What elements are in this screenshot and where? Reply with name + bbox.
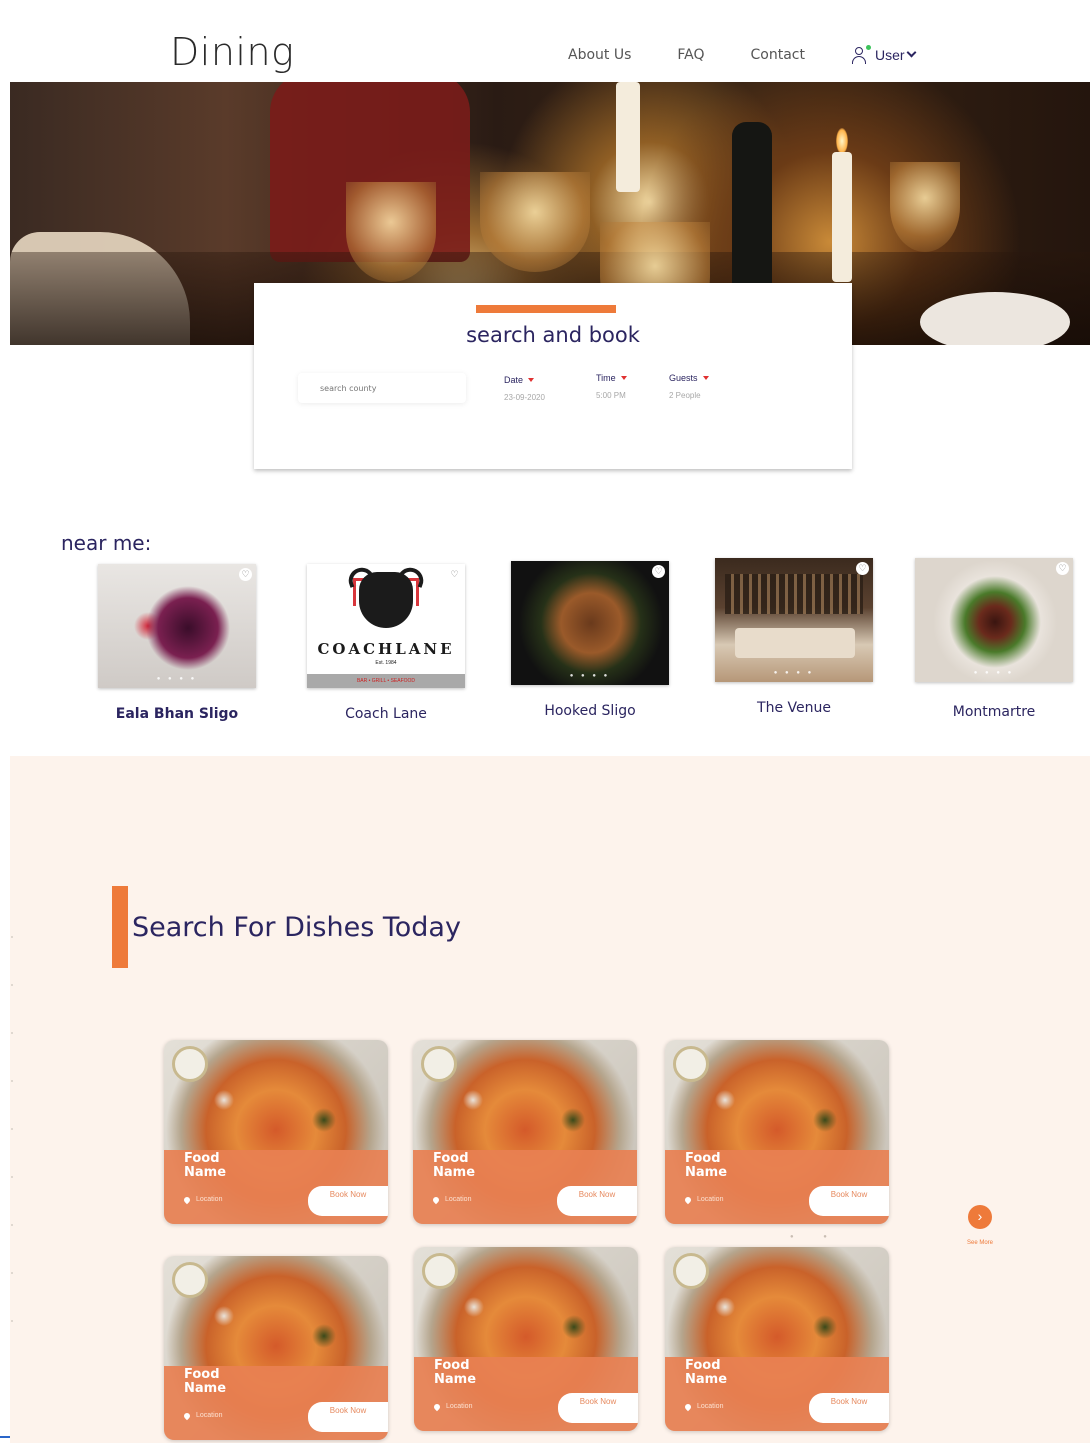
caret-down-icon [620, 376, 627, 380]
book-now-button[interactable]: Book Now [308, 1402, 388, 1432]
chevron-down-icon [906, 47, 916, 57]
nav-contact[interactable]: Contact [751, 47, 805, 63]
site-header: Dining About Us FAQ Contact User [0, 0, 1090, 82]
restaurant-card[interactable]: ♡ ● ● ● ● Hooked Sligo [511, 561, 669, 719]
coachlane-logo-band: BAR • GRILL • SEAFOOD [307, 674, 465, 688]
user-menu-label: User [874, 47, 905, 63]
dish-card[interactable]: Food Name Location Book Now [164, 1040, 388, 1224]
dish-location: Location [697, 1403, 724, 1410]
guests-picker[interactable]: Guests 2 People [669, 373, 709, 400]
dish-location: Location [196, 1412, 223, 1419]
search-and-book-card: search and book Date 23-09-2020 Time 5:0… [254, 283, 852, 469]
title-accent-bar [112, 886, 128, 968]
pagination-dots[interactable]: ● ● [790, 1234, 841, 1240]
restaurant-card[interactable]: ♡ ● ● ● ● Eala Bhan Sligo [98, 564, 256, 722]
title-accent-bar [476, 305, 616, 313]
favorite-heart-icon[interactable]: ♡ [652, 565, 665, 578]
restaurant-card[interactable]: ♡ ● ● ● ● The Venue [715, 558, 873, 716]
user-menu[interactable]: User [851, 45, 916, 64]
dish-name: Food Name [685, 1151, 728, 1180]
restaurant-image: ♡ ● ● ● ● [98, 564, 256, 688]
restaurant-image: COACHLANE Est. 1984 BAR • GRILL • SEAFOO… [307, 564, 465, 688]
dish-card[interactable]: Food Name Location Book Now [665, 1040, 889, 1224]
date-value: 23-09-2020 [504, 393, 545, 402]
book-now-button[interactable]: Book Now [809, 1393, 889, 1423]
carousel-dots: ● ● ● ● [973, 670, 1015, 676]
carousel-dots: ● ● ● ● [156, 676, 198, 682]
favorite-heart-icon[interactable]: ♡ [448, 568, 461, 581]
dish-name: Food Name [685, 1358, 728, 1387]
dish-location: Location [445, 1196, 472, 1203]
restaurant-name[interactable]: Eala Bhan Sligo [98, 706, 256, 722]
chevron-right-icon[interactable]: › [968, 1205, 992, 1229]
guests-value: 2 People [669, 391, 701, 400]
decorative-dots [11, 936, 15, 1368]
dishes-heading: Search For Dishes Today [132, 912, 461, 943]
date-label: Date [504, 375, 524, 385]
location-pin-icon [182, 1411, 192, 1420]
dish-name: Food Name [184, 1367, 227, 1396]
favorite-heart-icon[interactable]: ♡ [1056, 562, 1069, 575]
coachlane-logo-est: Est. 1984 [375, 660, 397, 666]
restaurant-image: ♡ ● ● ● ● [715, 558, 873, 682]
restaurant-image: ♡ ● ● ● ● [915, 558, 1073, 682]
restaurant-image: ♡ ● ● ● ● [511, 561, 669, 685]
location-pin-icon [683, 1402, 693, 1411]
bull-logo-icon [359, 572, 413, 628]
time-value: 5:00 PM [596, 391, 626, 400]
user-icon [851, 45, 871, 64]
dish-card[interactable]: Food Name Location Book Now [665, 1247, 889, 1431]
date-picker[interactable]: Date 23-09-2020 [504, 375, 545, 402]
book-now-button[interactable]: Book Now [809, 1186, 889, 1216]
dish-location: Location [697, 1196, 724, 1203]
dish-name: Food Name [184, 1151, 227, 1180]
book-now-button[interactable]: Book Now [557, 1186, 637, 1216]
dish-card[interactable]: Food Name Location Book Now [413, 1040, 637, 1224]
restaurant-name[interactable]: The Venue [715, 700, 873, 716]
location-pin-icon [431, 1195, 441, 1204]
near-me-heading: near me: [61, 531, 152, 555]
main-nav: About Us FAQ Contact User [568, 45, 916, 64]
scroll-marker [0, 1436, 10, 1438]
caret-down-icon [702, 376, 709, 380]
online-status-dot [865, 45, 871, 50]
dish-card[interactable]: Food Name Location Book Now [164, 1256, 388, 1440]
county-search-input[interactable] [298, 373, 466, 403]
favorite-heart-icon[interactable]: ♡ [239, 568, 252, 581]
dish-location: Location [446, 1403, 473, 1410]
restaurant-card[interactable]: COACHLANE Est. 1984 BAR • GRILL • SEAFOO… [307, 564, 465, 722]
restaurant-name[interactable]: Coach Lane [307, 706, 465, 722]
carousel-dots: ● ● ● ● [569, 673, 611, 679]
guests-label: Guests [669, 373, 698, 383]
time-label: Time [596, 373, 616, 383]
nav-faq[interactable]: FAQ [677, 47, 704, 63]
location-pin-icon [182, 1195, 192, 1204]
book-now-button[interactable]: Book Now [308, 1186, 388, 1216]
caret-down-icon [528, 378, 535, 382]
dish-location: Location [196, 1196, 223, 1203]
restaurant-name[interactable]: Hooked Sligo [511, 703, 669, 719]
location-pin-icon [683, 1195, 693, 1204]
time-picker[interactable]: Time 5:00 PM [596, 373, 627, 400]
dish-name: Food Name [433, 1151, 476, 1180]
dish-card[interactable]: Food Name Location Book Now [414, 1247, 638, 1431]
favorite-heart-icon[interactable]: ♡ [856, 562, 869, 575]
see-more-link[interactable]: See More [954, 1240, 1006, 1246]
search-card-title: search and book [466, 323, 640, 347]
location-pin-icon [432, 1402, 442, 1411]
dish-name: Food Name [434, 1358, 477, 1387]
carousel-dots: ● ● ● ● [773, 670, 815, 676]
site-logo[interactable]: Dining [170, 30, 294, 74]
restaurant-card[interactable]: ♡ ● ● ● ● Montmartre [915, 558, 1073, 720]
restaurant-name[interactable]: Montmartre [915, 704, 1073, 720]
nav-about-us[interactable]: About Us [568, 47, 631, 63]
coachlane-logo-text: COACHLANE [317, 640, 455, 658]
book-now-button[interactable]: Book Now [558, 1393, 638, 1423]
dishes-section: Search For Dishes Today Food Name Locati… [10, 756, 1090, 1443]
